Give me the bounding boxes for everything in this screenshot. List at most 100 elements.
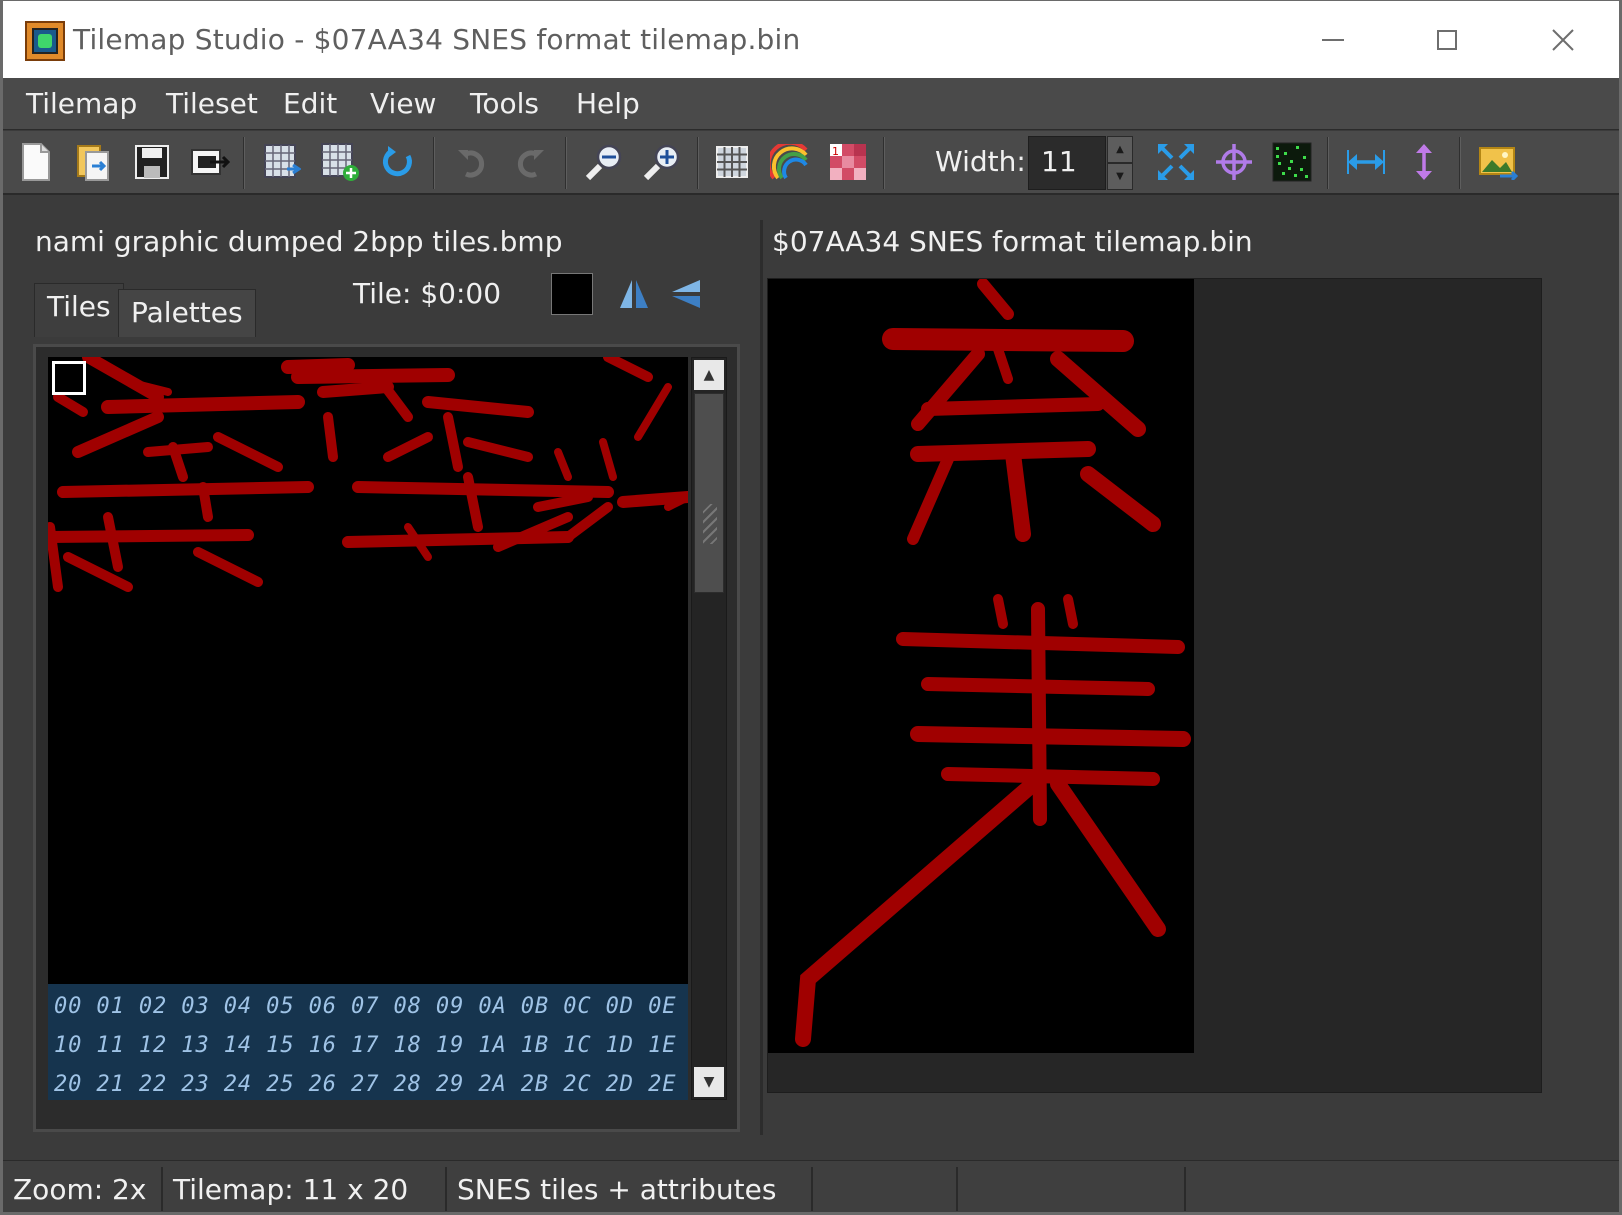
- scroll-down-button[interactable]: ▼: [694, 1067, 724, 1097]
- title-bar: Tilemap Studio - $07AA34 SNES format til…: [0, 0, 1622, 78]
- tileset-filename: nami graphic dumped 2bpp tiles.bmp: [35, 225, 563, 258]
- hex-row: 00 01 02 03 04 05 06 07 08 09 0A 0B 0C 0…: [54, 994, 688, 1019]
- menu-tilemap[interactable]: Tilemap: [26, 87, 137, 120]
- tileset-canvas[interactable]: 00 01 02 03 04 05 06 07 08 09 0A 0B 0C 0…: [48, 357, 688, 1100]
- menu-view[interactable]: View: [370, 87, 436, 120]
- tilemap-panel: $07AA34 SNES format tilemap.bin: [763, 197, 1619, 1157]
- tileset-view: 00 01 02 03 04 05 06 07 08 09 0A 0B 0C 0…: [33, 344, 740, 1132]
- resize-button[interactable]: [1153, 139, 1199, 185]
- spin-up-button[interactable]: ▲: [1107, 136, 1133, 163]
- new-icon: [22, 143, 50, 181]
- zoom-in-icon: [643, 144, 680, 181]
- width-label: Width:: [935, 145, 1026, 178]
- menu-edit[interactable]: Edit: [283, 87, 337, 120]
- center-button[interactable]: [1211, 139, 1257, 185]
- add-tileset-icon: [321, 143, 359, 181]
- height-resize-button[interactable]: [1401, 139, 1447, 185]
- undo-button[interactable]: [449, 139, 495, 185]
- reload-button[interactable]: [375, 139, 421, 185]
- status-bar: Zoom: 2x Tilemap: 11 x 20 SNES tiles + a…: [3, 1160, 1619, 1215]
- toolbar-separator: [883, 137, 885, 189]
- width-resize-button[interactable]: [1343, 139, 1389, 185]
- menu-help[interactable]: Help: [576, 87, 640, 120]
- status-empty: [813, 1167, 958, 1211]
- open-icon: [77, 145, 109, 181]
- maximize-button[interactable]: [1417, 15, 1477, 65]
- random-button[interactable]: [1269, 139, 1315, 185]
- flip-vertical-icon: [672, 280, 700, 308]
- tilemap-view: [767, 278, 1542, 1093]
- toolbar-separator: [1459, 137, 1461, 189]
- toolbar: 1 Width: 11 ▲ ▼: [3, 131, 1619, 195]
- zoom-status: Zoom: 2x: [3, 1167, 163, 1211]
- redo-button[interactable]: [507, 139, 553, 185]
- tab-tiles[interactable]: Tiles: [34, 283, 124, 337]
- width-spinner[interactable]: ▲ ▼: [1107, 136, 1133, 190]
- flip-horizontal-icon: [620, 280, 648, 308]
- tile-color-swatch[interactable]: [551, 273, 593, 315]
- tile-id-label: Tile: $0:00: [353, 277, 502, 310]
- export-button[interactable]: [187, 139, 233, 185]
- window-title: Tilemap Studio - $07AA34 SNES format til…: [73, 23, 801, 56]
- center-icon: [1216, 144, 1252, 180]
- tilemap-studio-icon: [25, 21, 65, 61]
- open-button[interactable]: [71, 139, 117, 185]
- palette-icon: 1: [830, 144, 866, 180]
- random-icon: [1272, 142, 1312, 182]
- width-input[interactable]: 11: [1028, 136, 1106, 190]
- rainbow-tiles-button[interactable]: [767, 139, 813, 185]
- width-icon: [1347, 150, 1385, 174]
- tile-selection-cursor: [52, 361, 86, 395]
- toolbar-separator: [1327, 137, 1329, 189]
- resize-icon: [1158, 144, 1194, 180]
- palette-button[interactable]: 1: [825, 139, 871, 185]
- tileset-panel: nami graphic dumped 2bpp tiles.bmp Tiles…: [3, 197, 760, 1157]
- new-button[interactable]: [13, 139, 59, 185]
- menu-tools[interactable]: Tools: [470, 87, 539, 120]
- add-tileset-button[interactable]: [317, 139, 363, 185]
- grid-button[interactable]: [709, 139, 755, 185]
- svg-text:1: 1: [832, 145, 839, 158]
- undo-icon: [458, 150, 485, 178]
- tilemap-size-status: Tilemap: 11 x 20: [163, 1167, 447, 1211]
- spin-down-button[interactable]: ▼: [1107, 163, 1133, 190]
- rainbow-tiles-icon: [770, 144, 808, 180]
- tile-hex-overlay: 00 01 02 03 04 05 06 07 08 09 0A 0B 0C 0…: [48, 984, 688, 1100]
- height-icon: [1416, 144, 1432, 180]
- zoom-out-icon: [585, 144, 622, 181]
- tilemap-graphic: [795, 279, 1191, 1047]
- grid-icon: [716, 146, 748, 178]
- scroll-up-button[interactable]: ▲: [694, 360, 724, 390]
- tileset-button[interactable]: [259, 139, 305, 185]
- toolbar-separator: [243, 137, 245, 189]
- image-to-tiles-button[interactable]: [1475, 139, 1521, 185]
- flip-horizontal-button[interactable]: [611, 271, 657, 317]
- tilemap-filename: $07AA34 SNES format tilemap.bin: [772, 225, 1253, 258]
- status-empty: [958, 1167, 1186, 1211]
- zoom-in-button[interactable]: [639, 139, 685, 185]
- tileset-graphic: [48, 357, 688, 592]
- close-button[interactable]: [1533, 15, 1593, 65]
- menu-bar: Tilemap Tileset Edit View Tools Help: [3, 78, 1619, 130]
- flip-vertical-button[interactable]: [663, 271, 709, 317]
- toolbar-separator: [433, 137, 435, 189]
- tileset-scrollbar[interactable]: ▲ ▼: [691, 357, 727, 1100]
- minimize-button[interactable]: [1303, 15, 1363, 65]
- scroll-thumb[interactable]: [694, 393, 724, 593]
- reload-icon: [382, 146, 412, 177]
- redo-icon: [517, 150, 544, 178]
- tilemap-canvas[interactable]: [768, 279, 1194, 1053]
- tab-palettes[interactable]: Palettes: [118, 289, 256, 337]
- zoom-out-button[interactable]: [581, 139, 627, 185]
- close-icon: [1552, 29, 1574, 51]
- save-icon: [135, 145, 169, 179]
- menu-tileset[interactable]: Tileset: [166, 87, 258, 120]
- hex-row: 20 21 22 23 24 25 26 27 28 29 2A 2B 2C 2…: [54, 1072, 688, 1097]
- export-icon: [191, 149, 230, 175]
- save-button[interactable]: [129, 139, 175, 185]
- toolbar-separator: [697, 137, 699, 189]
- toolbar-separator: [565, 137, 567, 189]
- tileset-icon: [264, 144, 301, 178]
- image-to-tiles-icon: [1479, 147, 1518, 180]
- format-status: SNES tiles + attributes: [447, 1167, 813, 1211]
